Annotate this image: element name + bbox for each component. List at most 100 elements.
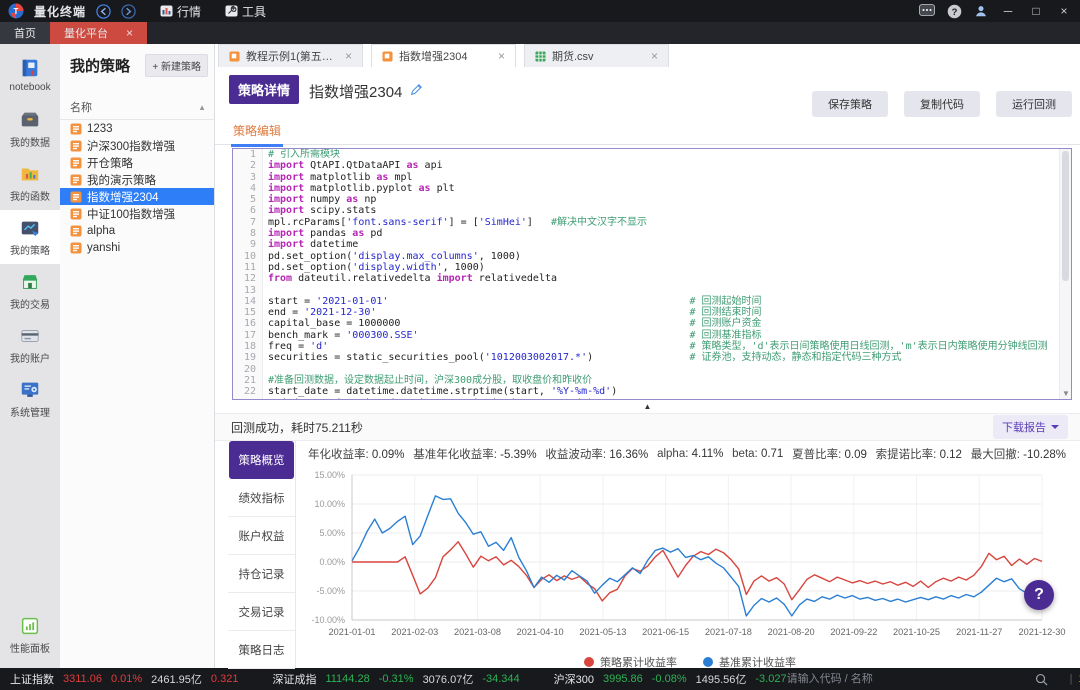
strategy-list-item[interactable]: alpha [60,222,214,239]
line-number: 14 [233,296,263,307]
code-line: freq = 'd' # 策略类型，'d'表示日间策略使用日线回测，'m'表示日… [263,341,1048,352]
sidebar-item-my-functions[interactable]: 我的函数 [0,156,60,210]
tab-close-icon[interactable]: × [126,27,133,39]
code-line: import scipy.stats [263,205,376,216]
strategy-item-label: 我的演示策略 [87,172,156,188]
sidebar-item-performance-panel[interactable]: 性能面板 [0,608,60,662]
search-icon[interactable] [1035,673,1048,686]
doc-tab-close-icon[interactable]: × [498,49,505,63]
legend-dot [703,657,713,667]
download-report-button[interactable]: 下载报告 [993,415,1068,439]
doc-tab-futures-csv[interactable]: 期货.csv × [524,44,669,67]
code-content[interactable]: 1# 引入所需模块2import QtAPI.QtDataAPI as api3… [233,149,1071,399]
doc-tab-strategy[interactable]: 指数增强2304 × [371,44,516,67]
code-editor[interactable]: 1# 引入所需模块2import QtAPI.QtDataAPI as api3… [232,148,1072,400]
strategy-list-item[interactable]: 指数增强2304 [60,188,214,205]
help-fab-button[interactable]: ? [1024,580,1054,610]
forward-icon[interactable] [121,4,136,19]
trade-store-icon [19,271,41,293]
backtest-tabs: 策略概览绩效指标账户权益持仓记录交易记录策略日志 [228,441,296,668]
scroll-down-icon[interactable]: ▼ [1060,389,1072,398]
menu-market-label: 行情 [177,3,201,20]
menu-market[interactable]: 行情 [160,3,201,20]
strategy-list-item[interactable]: 沪深300指数增强 [60,137,214,154]
separator: | [1070,673,1073,685]
backtest-tab[interactable]: 账户权益 [228,517,295,555]
strategy-list-item[interactable]: 1233 [60,120,214,137]
sidebar-item-my-account[interactable]: 我的账户 [0,318,60,372]
strategy-list-item[interactable]: 中证100指数增强 [60,205,214,222]
tab-home[interactable]: 首页 [0,22,50,44]
index-group[interactable]: 上证指数3311.060.01%2461.95亿0.321 [10,671,238,687]
run-backtest-button[interactable]: 运行回测 [996,91,1072,117]
sort-ascending-icon[interactable]: ▲ [198,103,206,112]
code-line: mpl.rcParams['font.sans-serif'] = ['SimH… [263,217,647,228]
line-number: 16 [233,318,263,329]
strategy-file-icon [70,174,82,186]
sidebar-item-notebook[interactable]: notebook [0,48,60,102]
sidebar-item-label: notebook [9,82,50,93]
doc-tab-tutorial[interactable]: 教程示例1(第五、六章).nb × [218,44,363,67]
backtest-tab[interactable]: 策略日志 [228,631,295,669]
code-line: # 引入所需模块 [263,149,340,160]
line-number: 11 [233,262,263,273]
maximize-button[interactable]: □ [1028,4,1044,18]
doc-tab-close-icon[interactable]: × [345,49,352,63]
tab-quant-platform-label: 量化平台 [64,25,108,41]
index-group[interactable]: 沪深3003995.86-0.08%1495.56亿-3.027 [554,671,787,687]
sidebar-item-system-admin[interactable]: 系统管理 [0,372,60,426]
sidebar-item-my-strategies[interactable]: 我的策略 [0,210,60,264]
system-gear-icon [19,379,41,401]
save-strategy-button[interactable]: 保存策略 [812,91,888,117]
tab-strategy-edit[interactable]: 策略编辑 [231,119,283,147]
backtest-tab[interactable]: 交易记录 [228,593,295,631]
back-icon[interactable] [96,4,111,19]
notebook-file-icon [382,51,393,62]
code-line: start = '2021-01-01' # 回测起始时间 [263,296,762,307]
line-number: 2 [233,160,263,171]
metric-label: beta: [732,448,761,460]
strategy-list-item[interactable]: 我的演示策略 [60,171,214,188]
index-price: 3995.86 [603,673,643,685]
strategy-list-item[interactable]: 开仓策略 [60,154,214,171]
new-strategy-button[interactable]: + 新建策略 [145,54,208,77]
sidebar-item-my-data[interactable]: 我的数据 [0,102,60,156]
copy-code-button[interactable]: 复制代码 [904,91,980,117]
metric-value: 0.71 [761,448,783,460]
strategy-file-icon [70,140,82,152]
menu-tools-label: 工具 [242,3,266,20]
sidebar-item-label: 我的策略 [10,242,50,257]
edit-pencil-icon[interactable] [410,83,423,96]
svg-text:15.00%: 15.00% [314,470,345,480]
menu-tools[interactable]: 工具 [225,3,266,20]
strategy-list-header[interactable]: 名称 ▲ [60,85,214,120]
help-icon[interactable]: ? [947,4,962,19]
minimize-button[interactable]: ─ [1000,4,1016,18]
svg-text:T: T [14,7,19,16]
line-number: 1 [233,149,263,160]
strategy-file-icon [70,225,82,237]
index-group[interactable]: 深证成指11144.28-0.31%3076.07亿-34.344 [272,671,519,687]
close-button[interactable]: × [1056,4,1072,18]
backtest-tab[interactable]: 策略概览 [229,441,294,479]
strategy-list-item[interactable]: yanshi [60,239,214,256]
legend-item[interactable]: 策略累计收益率 [584,654,677,670]
doc-tab-close-icon[interactable]: × [651,49,658,63]
index-price: 3311.06 [63,673,102,685]
legend-item[interactable]: 基准累计收益率 [703,654,796,670]
backtest-tab[interactable]: 绩效指标 [228,479,295,517]
strategy-file-icon [70,123,82,135]
scrollbar-thumb[interactable] [1062,151,1069,281]
search-input[interactable] [787,673,1027,685]
sidebar-item-my-trades[interactable]: 我的交易 [0,264,60,318]
metric-value: 0.09 [845,449,867,461]
tab-quant-platform[interactable]: 量化平台 × [50,22,147,44]
feedback-icon[interactable] [919,4,935,18]
svg-text:10.00%: 10.00% [314,499,345,509]
backtest-tab[interactable]: 持仓记录 [228,555,295,593]
line-number: 22 [233,386,263,397]
editor-scrollbar[interactable]: ▼ [1059,149,1071,399]
user-icon[interactable] [974,4,988,18]
svg-text:-10.00%: -10.00% [311,615,345,625]
collapse-editor-handle[interactable]: ▲ [215,400,1080,413]
